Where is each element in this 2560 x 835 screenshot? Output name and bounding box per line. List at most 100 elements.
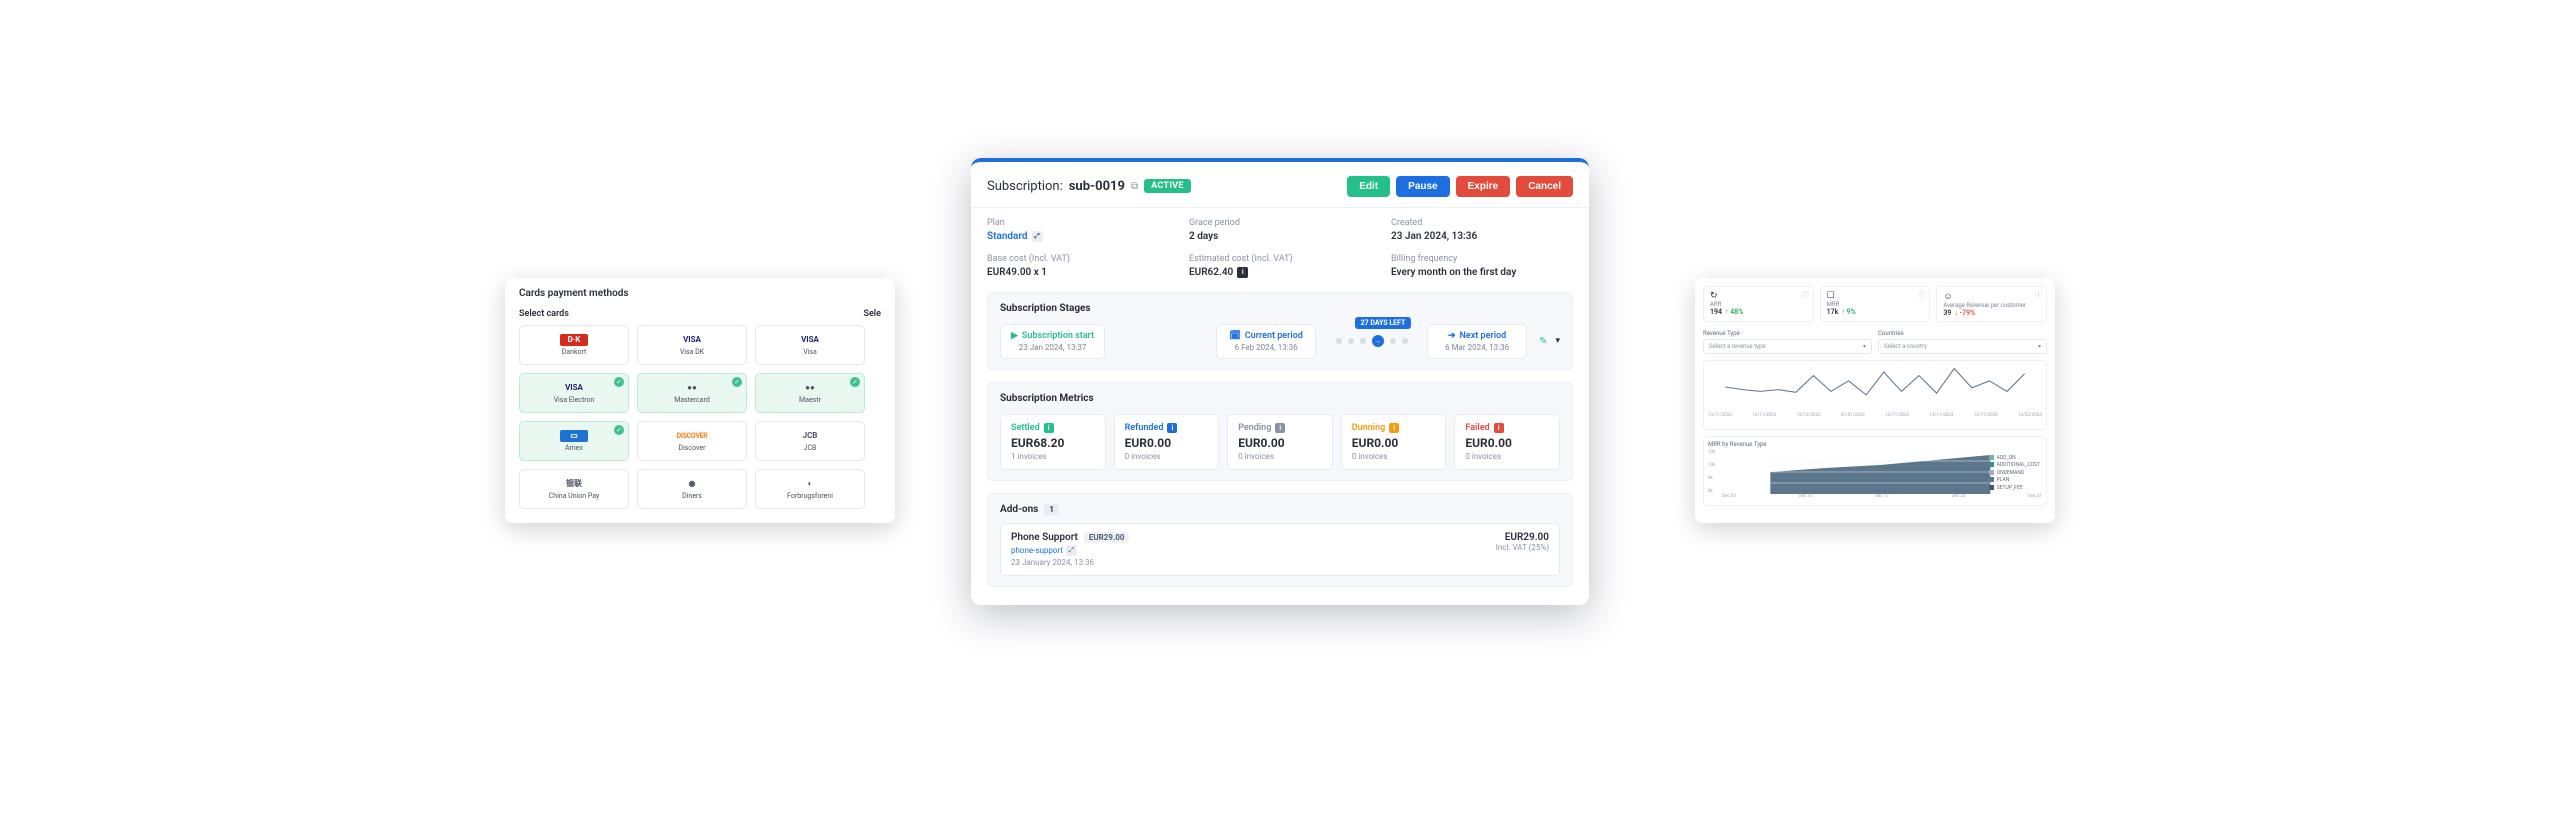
legend-addon: ADD_ON	[1989, 455, 2040, 463]
card-brand-icon: VISA	[678, 334, 706, 346]
card-tile-discover[interactable]: DISCOVERDiscover	[637, 421, 747, 461]
stat-average-revenue-per-customer: ⓘ☺Average Revenue per customer39 ↓ -79%	[1936, 286, 2047, 322]
metric-sub: 0 invoices	[1465, 452, 1549, 461]
status-badge: ACTIVE	[1144, 179, 1191, 193]
est-cost-value: EUR62.40 i	[1189, 267, 1371, 278]
play-icon: ▶	[1011, 331, 1018, 341]
card-tile-jcb[interactable]: JCBJCB	[755, 421, 865, 461]
stages-title: Subscription Stages	[1000, 303, 1560, 314]
cards-panel: Cards payment methods Select cards Sele …	[505, 278, 895, 523]
addons-count: 1	[1044, 504, 1059, 515]
card-name: JCB	[804, 444, 817, 452]
grace-value: 2 days	[1189, 231, 1371, 242]
edit-button[interactable]: Edit	[1347, 176, 1390, 197]
addon-vat: Incl. VAT (25%)	[1496, 543, 1549, 552]
expand-stages-icon[interactable]: ▾	[1555, 336, 1560, 346]
card-name: Forbrugsforeni	[787, 492, 833, 500]
card-name: Visa	[803, 348, 817, 356]
y-tick: 12k	[1708, 450, 1715, 455]
card-brand-icon: D·K	[560, 334, 588, 346]
stat-label: ARR	[1710, 301, 1807, 308]
card-tile-maestr[interactable]: ✓ ●● Maestr	[755, 373, 865, 413]
card-tile-diners[interactable]: ◉Diners	[637, 469, 747, 509]
addon-id-link[interactable]: phone-support ⤢	[1011, 545, 1129, 556]
card-brand-icon: VISA	[796, 334, 824, 346]
card-tile-amex[interactable]: ✓▭Amex	[519, 421, 629, 461]
mrr-line-chart: 13/11/202313/11/202312/12/202301/01/2024…	[1703, 360, 2047, 430]
metric-amount: EUR0.00	[1238, 436, 1322, 450]
stat-icon: ☺	[1943, 291, 2040, 302]
metric-label: Refunded	[1125, 423, 1164, 433]
metric-amount: EUR0.00	[1352, 436, 1436, 450]
addons-section: Add-ons 1 Phone Support EUR29.00 phone-s…	[987, 493, 1573, 587]
chevron-down-icon: ▾	[2038, 343, 2041, 350]
check-icon: ✓	[850, 377, 860, 387]
x-tick: 13/11/2023	[1752, 413, 1776, 418]
arrow-right-icon: →	[1372, 335, 1384, 347]
addon-date: 23 January 2024, 13:36	[1011, 558, 1129, 567]
cancel-button[interactable]: Cancel	[1516, 176, 1573, 197]
metric-label: Settled	[1011, 423, 1040, 433]
stat-arr: ⓘ↻ARR194 ↑ 48%	[1703, 286, 1814, 322]
y-tick: 10k	[1708, 463, 1715, 468]
stat-icon: ☐	[1827, 291, 1924, 301]
title-prefix: Subscription:	[987, 179, 1063, 194]
revenue-type-placeholder: Select a revenue type	[1709, 343, 1766, 350]
card-brand-icon: ●●	[678, 382, 706, 394]
x-tick: 13/11/2024	[1974, 413, 1998, 418]
metric-label: Failed	[1465, 423, 1489, 433]
est-cost-label: Estimated cost (Incl. VAT)	[1189, 254, 1371, 264]
metric-label: Dunning	[1352, 423, 1385, 433]
expand-icon: ⤢	[1066, 545, 1077, 556]
stage-current-label: Current period	[1245, 331, 1303, 341]
addons-title: Add-ons	[1000, 504, 1038, 515]
plan-value[interactable]: Standard ⤢	[987, 231, 1169, 242]
metric-amount: EUR0.00	[1125, 436, 1209, 450]
stage-next-date: 6 Mar 2024, 13:36	[1438, 343, 1516, 352]
pause-button[interactable]: Pause	[1396, 176, 1449, 197]
card-name: Mastercard	[674, 396, 710, 404]
stat-value: 39	[1943, 309, 1951, 317]
stat-delta: ↑ 9%	[1841, 308, 1855, 316]
x-tick: 12/12/2023	[1797, 413, 1821, 418]
card-name: Visa DK	[680, 348, 704, 356]
info-icon[interactable]: ⓘ	[1802, 290, 1809, 300]
edit-stages-icon[interactable]: ✎	[1539, 336, 1547, 347]
stage-progress: 27 DAYS LEFT →	[1324, 335, 1419, 347]
info-icon[interactable]: i	[1237, 267, 1248, 278]
metric-tag-icon: i	[1389, 423, 1399, 433]
chevron-down-icon: ▾	[1863, 343, 1866, 350]
card-tile-dankort[interactable]: D·KDankort	[519, 325, 629, 365]
card-tile-forbrugsforeni[interactable]: ◐Forbrugsforeni	[755, 469, 865, 509]
copy-icon[interactable]: ⧉	[1131, 181, 1138, 192]
stat-label: Average Revenue per customer	[1943, 302, 2040, 309]
info-icon[interactable]: ⓘ	[2035, 290, 2042, 300]
card-tile-china-union-pay[interactable]: 银联China Union Pay	[519, 469, 629, 509]
countries-label: Countries	[1878, 330, 2047, 337]
metric-tag-icon: i	[1167, 423, 1177, 433]
metric-pending: Pending iEUR0.000 invoices	[1227, 414, 1333, 470]
card-tile-visa[interactable]: VISA Visa	[755, 325, 865, 365]
card-name: Maestr	[799, 396, 821, 404]
card-tile-visa-dk[interactable]: VISA Visa DK	[637, 325, 747, 365]
base-cost-value: EUR49.00 x 1	[987, 267, 1169, 278]
addon-item: Phone Support EUR29.00 phone-support ⤢ 2…	[1000, 523, 1560, 576]
calendar-icon: 🗓	[1229, 331, 1240, 341]
y-tick: 8k	[1708, 476, 1715, 481]
card-brand-icon: VISA	[560, 382, 588, 394]
card-tile-mastercard[interactable]: ✓●●Mastercard	[637, 373, 747, 413]
info-icon[interactable]: ⓘ	[1918, 290, 1925, 300]
revenue-type-select[interactable]: Select a revenue type ▾	[1703, 339, 1872, 354]
mrr-dashboard-panel: ⓘ↻ARR194 ↑ 48%ⓘ☐MRR17k ↑ 9%ⓘ☺Average Rev…	[1695, 278, 2055, 523]
card-brand-icon: ●●	[796, 382, 824, 394]
card-name: Amex	[565, 444, 583, 452]
chart2-title: MRR by Revenue Type	[1708, 441, 2042, 448]
stage-start-label: Subscription start	[1022, 331, 1094, 341]
mrr-by-type-chart: MRR by Revenue Type 12k10k8k6k Dec 03Dec…	[1703, 436, 2047, 506]
countries-select[interactable]: Select a country ▾	[1878, 339, 2047, 354]
x-tick: 13/11/2024	[1929, 413, 1953, 418]
addon-name: Phone Support	[1011, 532, 1078, 543]
card-tile-visa-electron[interactable]: ✓VISAVisa Electron	[519, 373, 629, 413]
expire-button[interactable]: Expire	[1456, 176, 1511, 197]
subscription-title: Subscription: sub-0019 ⧉ ACTIVE	[987, 179, 1191, 194]
